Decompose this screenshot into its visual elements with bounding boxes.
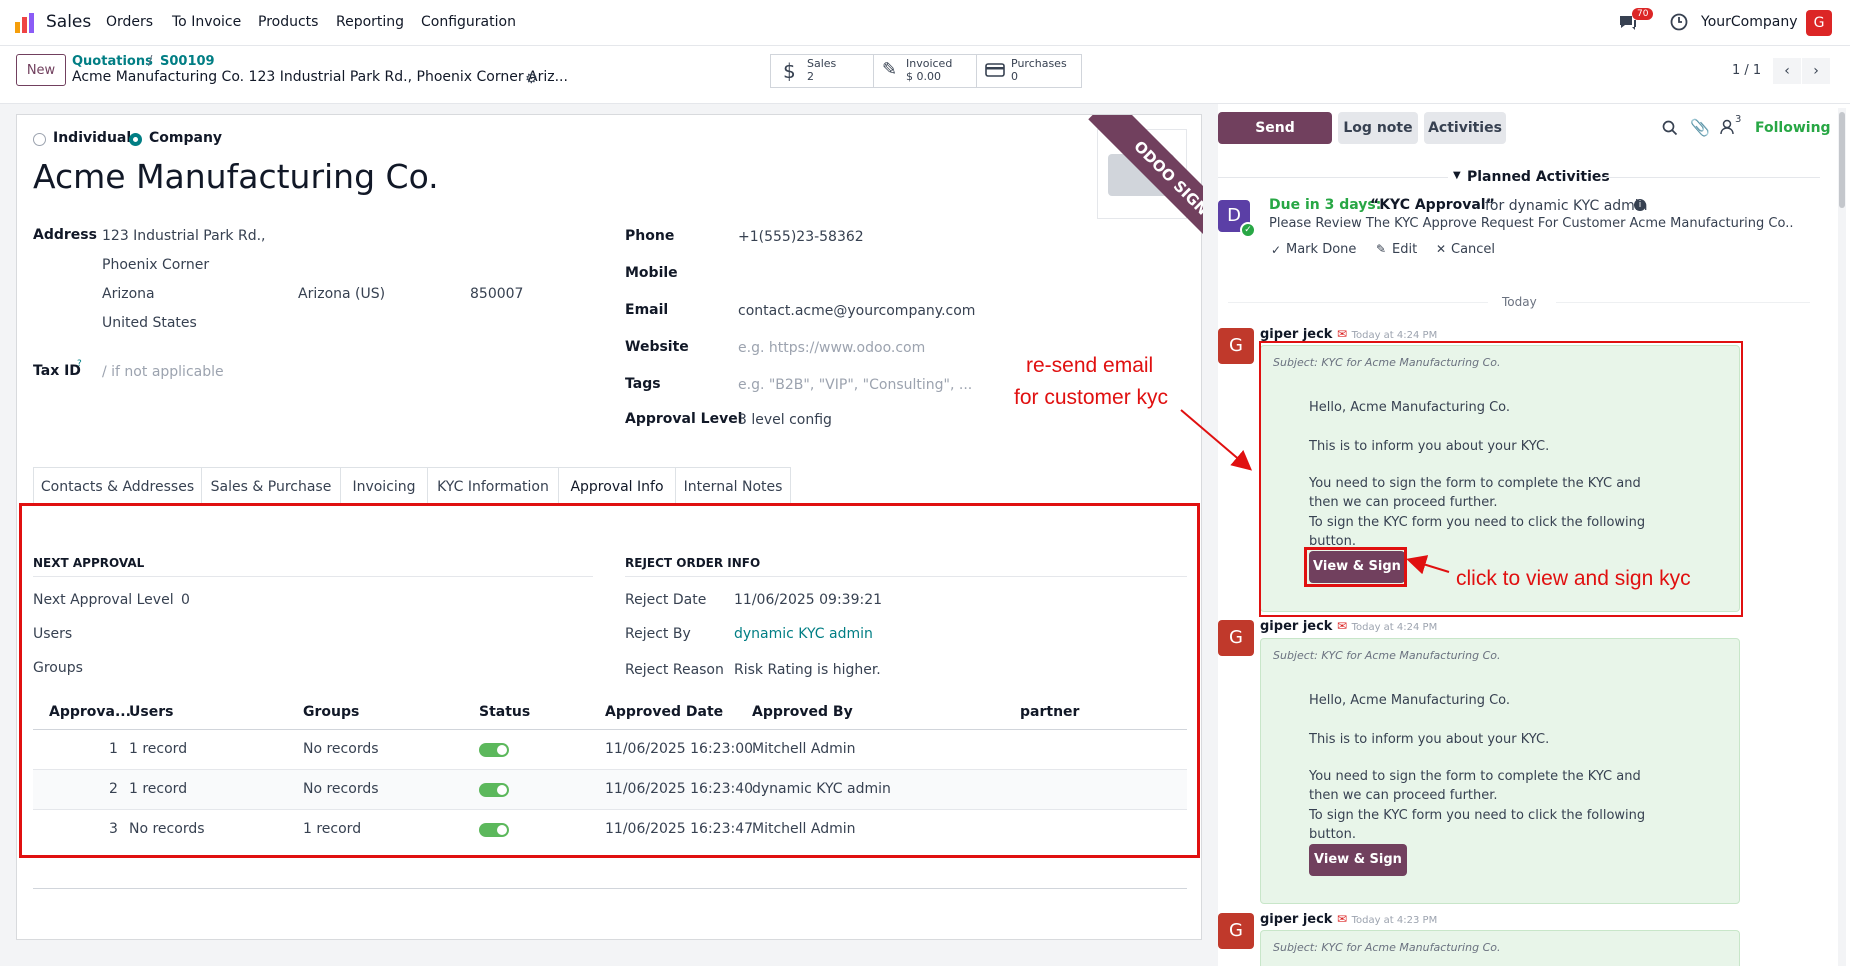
resend-arrow xyxy=(1180,409,1253,471)
click-sign-arrow xyxy=(1406,555,1450,575)
annotation-arrows xyxy=(1180,409,1450,575)
